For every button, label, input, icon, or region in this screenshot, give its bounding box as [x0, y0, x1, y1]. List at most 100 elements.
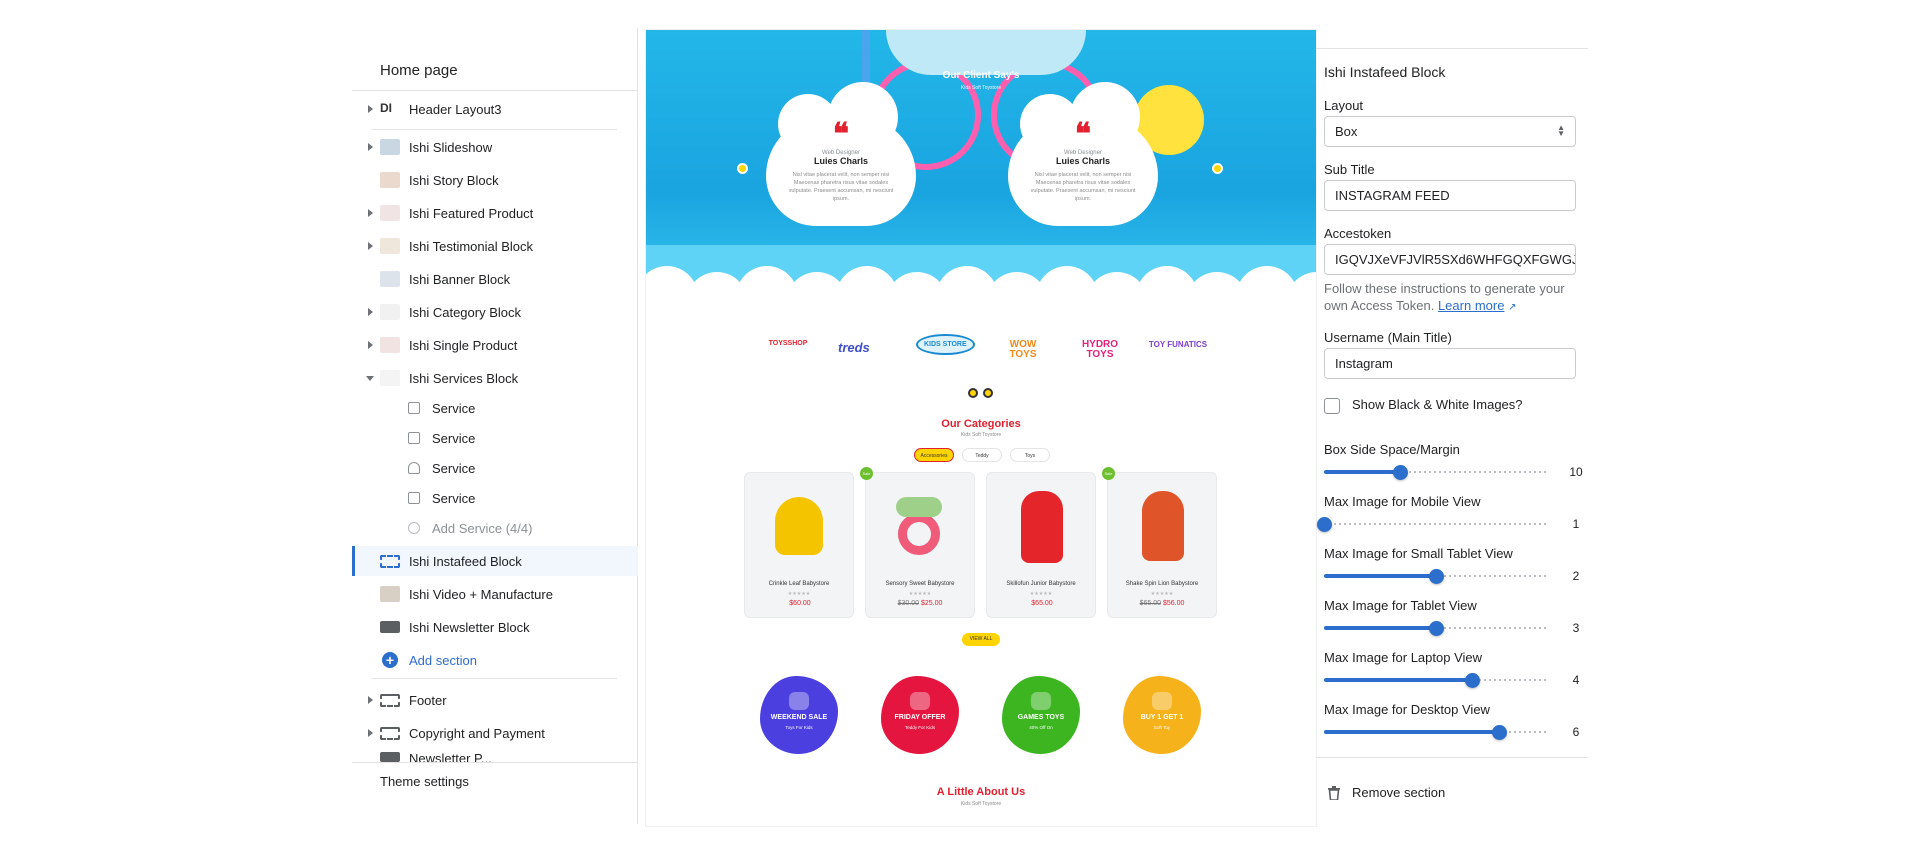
remove-section-button[interactable]: Remove section — [1352, 785, 1445, 800]
section-copyright[interactable]: Copyright and Payment — [352, 718, 638, 748]
slider-handle[interactable] — [1429, 621, 1444, 636]
carousel-dot[interactable] — [968, 388, 978, 398]
chevron-down-icon[interactable] — [366, 375, 374, 381]
chevron-right-icon[interactable] — [368, 242, 373, 250]
product-card[interactable]: Sale Shake Spin Lion Babystore ★★★★★ $65… — [1102, 467, 1217, 618]
section-video-manufacture[interactable]: Ishi Video + Manufacture — [352, 579, 638, 609]
carousel-prev-dot[interactable] — [737, 163, 748, 174]
service-block-item[interactable]: Service — [352, 426, 638, 450]
slider-value: 4 — [1572, 673, 1580, 687]
block-label: Service — [432, 490, 476, 506]
section-thumbnail-icon — [380, 205, 400, 221]
section-footer[interactable]: Footer — [352, 685, 638, 715]
product-card[interactable]: Sale Sensory Sweet Babystore ★★★★★ $30.0… — [860, 467, 975, 618]
slider-handle[interactable] — [1464, 673, 1480, 688]
chevron-right-icon[interactable] — [368, 143, 373, 151]
offer-banner[interactable]: FRIDAY OFFER Teddy For Kids — [881, 676, 959, 754]
carousel-dot[interactable] — [983, 388, 993, 398]
select-arrows-icon: ▲ ▼ — [1557, 123, 1565, 138]
range-slider[interactable] — [1324, 724, 1548, 740]
service-block-item[interactable]: Service — [352, 486, 638, 510]
username-input[interactable]: Instagram — [1324, 348, 1576, 379]
brand-logo[interactable]: treds — [838, 340, 870, 355]
section-testimonial[interactable]: Ishi Testimonial Block — [352, 231, 638, 261]
chevron-right-icon[interactable] — [368, 729, 373, 737]
token-input[interactable]: IGQVJXeVFJVlR5SXd6WHFGQXFGWGJ — [1324, 244, 1576, 275]
chevron-right-icon[interactable] — [368, 308, 373, 316]
testimonial-banner: Our Client Say's Kids Soft Toystore ❝ We… — [646, 30, 1316, 300]
section-single-product[interactable]: Ishi Single Product — [352, 330, 638, 360]
brand-logo[interactable]: TOY FUNATICS — [1148, 340, 1208, 349]
section-featured-product[interactable]: Ishi Featured Product — [352, 198, 638, 228]
section-newsletter-popup[interactable]: Newsletter P... — [352, 748, 638, 762]
subtitle-input[interactable]: INSTAGRAM FEED — [1324, 180, 1576, 211]
offer-banner[interactable]: BUY 1 GET 1 Soft Toy — [1123, 676, 1201, 754]
carousel-next-dot[interactable] — [1212, 163, 1223, 174]
service-block-item[interactable]: Service — [352, 456, 638, 480]
product-card[interactable]: Crinkle Leaf Babystore ★★★★★ $60.00 — [744, 472, 854, 618]
range-slider[interactable] — [1324, 620, 1548, 636]
tab-accessories[interactable]: Accessories — [914, 448, 954, 462]
quote-icon: ❝ — [832, 117, 850, 152]
range-slider[interactable] — [1324, 672, 1548, 688]
brand-logo[interactable]: KIDS STORE — [916, 334, 975, 355]
brand-logo[interactable]: HYDRO TOYS — [1072, 340, 1128, 360]
section-services[interactable]: Ishi Services Block — [352, 363, 638, 393]
range-slider[interactable] — [1324, 464, 1548, 480]
slider-handle[interactable] — [1317, 517, 1332, 532]
section-instafeed[interactable]: Ishi Instafeed Block — [352, 546, 638, 576]
section-newsletter[interactable]: Ishi Newsletter Block — [352, 612, 638, 642]
tab-toys[interactable]: Toys — [1010, 448, 1050, 462]
slider-handle[interactable] — [1393, 465, 1409, 480]
section-category[interactable]: Ishi Category Block — [352, 297, 638, 327]
theme-settings-link[interactable]: Theme settings — [380, 774, 469, 789]
section-thumbnail-icon — [380, 370, 400, 386]
categories-subtitle: Kids Soft Toystore — [960, 432, 1002, 438]
learn-more-link[interactable]: Learn more — [1438, 298, 1504, 313]
view-all-button[interactable]: VIEW ALL — [962, 633, 1000, 646]
chevron-right-icon[interactable] — [368, 696, 373, 704]
trash-icon[interactable] — [1328, 786, 1340, 800]
brand-logo[interactable]: TOYSSHOP — [766, 340, 810, 347]
about-subtitle: Kids Soft Toystore — [960, 801, 1002, 807]
add-section-button[interactable]: + Add section — [352, 645, 638, 675]
range-slider[interactable] — [1324, 568, 1548, 584]
range-slider[interactable] — [1317, 516, 1548, 532]
offer-banner[interactable]: GAMES TOYS 40% Off On — [1002, 676, 1080, 754]
current-price: $60.00 — [789, 600, 811, 607]
section-story[interactable]: Ishi Story Block — [352, 165, 638, 195]
add-service-button[interactable]: Add Service (4/4) — [352, 516, 638, 540]
service-block-item[interactable]: Service — [352, 396, 638, 420]
bw-images-label: Show Black & White Images? — [1352, 397, 1523, 412]
slider-track[interactable] — [1324, 523, 1548, 525]
external-link-icon[interactable]: ↗ — [1508, 302, 1516, 313]
instafeed-icon — [380, 554, 400, 568]
layout-select[interactable]: Box ▲ ▼ — [1324, 116, 1576, 147]
gamepad-icon — [1031, 692, 1051, 710]
add-service-label: Add Service (4/4) — [432, 520, 533, 536]
product-name: Skillofun Junior Babystore — [1006, 581, 1076, 587]
tab-teddy[interactable]: Teddy — [962, 448, 1002, 462]
layout-label: Layout — [1324, 98, 1364, 113]
divider — [372, 129, 617, 130]
section-thumbnail-icon — [380, 238, 400, 254]
bw-images-checkbox[interactable] — [1324, 398, 1340, 414]
section-banner[interactable]: Ishi Banner Block — [352, 264, 638, 294]
section-label: Ishi Featured Product — [409, 205, 534, 221]
sections-sidebar: Home page DI Header Layout3 Ishi Slidesh… — [352, 28, 638, 824]
chevron-right-icon[interactable] — [368, 209, 373, 217]
chevron-right-icon[interactable] — [368, 105, 373, 113]
offer-banner[interactable]: WEEKEND SALE Toys For Kids — [760, 676, 838, 754]
product-card[interactable]: Skillofun Junior Babystore ★★★★★ $65.00 — [986, 472, 1096, 618]
slider-handle[interactable] — [1429, 569, 1444, 584]
chevron-right-icon[interactable] — [368, 341, 373, 349]
testimonial-text: Nisl vitae placerat velit, non semper ni… — [788, 172, 894, 202]
brand-logo[interactable]: WOW TOYS — [998, 340, 1048, 360]
slider-handle[interactable] — [1491, 725, 1507, 740]
rating-stars: ★★★★★ — [1150, 591, 1174, 597]
categories-title: Our Categories — [941, 418, 1021, 430]
token-help-text: Follow these instructions to generate yo… — [1324, 280, 1576, 316]
section-header[interactable]: DI Header Layout3 — [352, 94, 638, 124]
section-slideshow[interactable]: Ishi Slideshow — [352, 132, 638, 162]
add-circle-icon — [408, 522, 420, 534]
